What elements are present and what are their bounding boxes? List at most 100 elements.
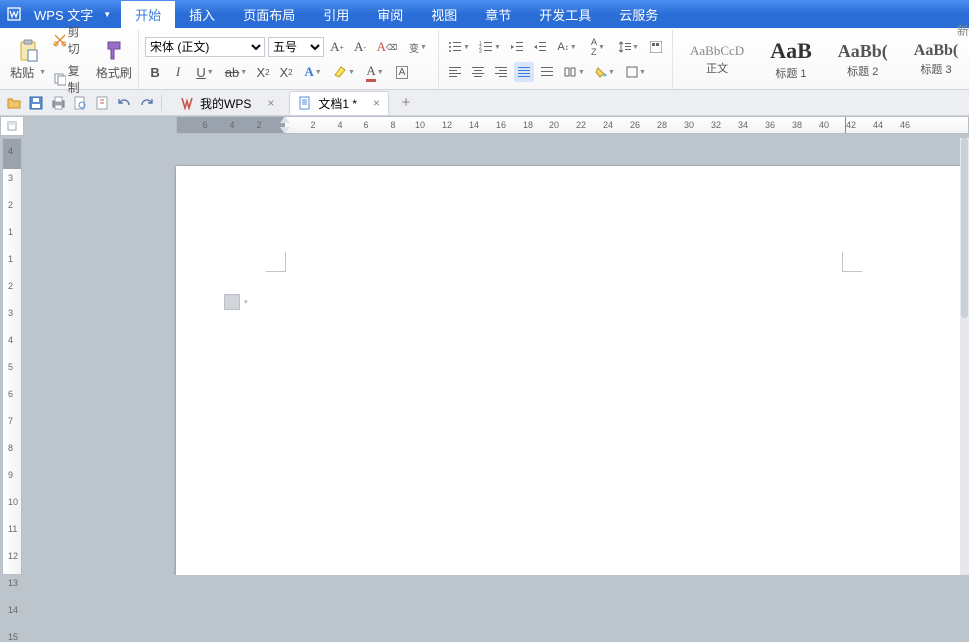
superscript-button[interactable]: X2 <box>253 62 273 82</box>
redo-button[interactable] <box>136 93 156 113</box>
doctab-document1[interactable]: 文档1 * × <box>289 91 389 115</box>
shrink-font-button[interactable]: A- <box>350 37 370 57</box>
menu-tab-6[interactable]: 章节 <box>471 1 525 28</box>
style-1[interactable]: AaB标题 1 <box>759 35 823 84</box>
first-line-indent[interactable] <box>280 116 290 123</box>
ribbon: 粘贴▼ 剪切 复制 格式刷 宋体 (正文) 五号 A+ A- A⌫ <box>0 28 969 90</box>
highlight-button[interactable]: ▼ <box>330 62 358 82</box>
menu-tab-7[interactable]: 开发工具 <box>525 1 605 28</box>
copy-icon <box>53 72 65 86</box>
menu-tab-1[interactable]: 插入 <box>175 1 229 28</box>
page[interactable]: ▾ <box>176 166 968 575</box>
doctab-label: 我的WPS <box>200 95 251 112</box>
line-spacing-button[interactable]: ▼ <box>615 37 643 57</box>
print-preview-button[interactable] <box>70 93 90 113</box>
format-painter-label: 格式刷 <box>96 64 132 81</box>
group-paragraph: ▼ 123▼ A↕▼ AZ▼ ▼ ▼ ▼ ▼ <box>439 30 673 89</box>
align-left-button[interactable] <box>445 62 465 82</box>
text-direction-button[interactable]: A↕▼ <box>553 37 581 57</box>
menu-tab-0[interactable]: 开始 <box>121 1 175 28</box>
underline-button[interactable]: U▼ <box>191 62 219 82</box>
group-font: 宋体 (正文) 五号 A+ A- A⌫ 变▼ B I U▼ ab▼ X2 X2 … <box>139 30 439 89</box>
borders-button[interactable]: ▼ <box>622 62 650 82</box>
close-icon[interactable]: × <box>267 96 274 110</box>
numbering-button[interactable]: 123▼ <box>476 37 504 57</box>
app-menu-dropdown[interactable]: ▼ <box>99 0 115 28</box>
font-size-select[interactable]: 五号 <box>268 37 324 57</box>
save-button[interactable] <box>26 93 46 113</box>
open-button[interactable] <box>4 93 24 113</box>
paste-button[interactable]: 粘贴 ▼ <box>10 37 46 83</box>
scissors-icon <box>53 33 65 47</box>
app-icon <box>0 0 28 28</box>
menu-tab-3[interactable]: 引用 <box>309 1 363 28</box>
font-family-select[interactable]: 宋体 (正文) <box>145 37 265 57</box>
brush-icon <box>102 39 126 63</box>
align-center-button[interactable] <box>468 62 488 82</box>
group-styles: AaBbCcD正文AaB标题 1AaBb(标题 2AaBb(标题 3 ▲ ▼ ▾ <box>673 30 969 89</box>
scrollbar-thumb[interactable] <box>961 138 968 318</box>
sort-button[interactable]: AZ▼ <box>584 37 612 57</box>
cut-button[interactable]: 剪切 <box>50 22 92 58</box>
subscript-button[interactable]: X2 <box>276 62 296 82</box>
margin-corner-tl <box>266 252 286 272</box>
phonetic-guide-button[interactable]: 变▼ <box>404 37 432 57</box>
italic-button[interactable]: I <box>168 62 188 82</box>
paste-options-tag[interactable]: ▾ <box>224 294 248 310</box>
increase-indent-button[interactable] <box>530 37 550 57</box>
vertical-scrollbar[interactable] <box>960 138 969 575</box>
highlight-icon <box>333 65 347 79</box>
chevron-down-icon: ▼ <box>39 69 46 76</box>
menu-tab-8[interactable]: 云服务 <box>605 1 672 28</box>
paste-label: 粘贴 <box>10 64 34 81</box>
align-right-button[interactable] <box>491 62 511 82</box>
format-painter-button[interactable]: 格式刷 <box>96 37 132 83</box>
undo-button[interactable] <box>114 93 134 113</box>
qat-separator <box>161 95 162 111</box>
doc-icon <box>298 96 312 110</box>
chevron-down-icon: ▾ <box>244 298 248 306</box>
cut-label: 剪切 <box>68 23 89 57</box>
show-marks-button[interactable] <box>646 37 666 57</box>
char-spacing-button[interactable]: ▼ <box>560 62 588 82</box>
export-pdf-button[interactable] <box>92 93 112 113</box>
bullets-button[interactable]: ▼ <box>445 37 473 57</box>
copy-label: 复制 <box>68 62 89 96</box>
style-gallery: AaBbCcD正文AaB标题 1AaBb(标题 2AaBb(标题 3 <box>679 35 969 84</box>
strikethrough-button[interactable]: ab▼ <box>222 62 250 82</box>
ruler-corner[interactable] <box>0 116 24 136</box>
align-justify-button[interactable] <box>514 62 534 82</box>
clear-format-button[interactable]: A⌫ <box>373 37 401 57</box>
quick-access-bar: 我的WPS × 文档1 * × + <box>0 90 969 116</box>
document-area[interactable]: ▾ <box>22 138 969 575</box>
distribute-button[interactable] <box>537 62 557 82</box>
doctab-label: 文档1 * <box>318 95 357 112</box>
menu-tabs: 开始插入页面布局引用审阅视图章节开发工具云服务 <box>121 0 672 28</box>
menu-tab-5[interactable]: 视图 <box>417 1 471 28</box>
print-button[interactable] <box>48 93 68 113</box>
grow-font-button[interactable]: A+ <box>327 37 347 57</box>
horizontal-ruler[interactable]: 6422468101214161820222426283032343638404… <box>176 116 969 134</box>
title-bar: WPS 文字 ▼ 开始插入页面布局引用审阅视图章节开发工具云服务 <box>0 0 969 28</box>
vertical-ruler[interactable]: 4321123456789101112131415 <box>2 138 22 575</box>
ribbon-right-truncated: 新 <box>957 0 969 60</box>
workspace: 4321123456789101112131415 ▾ <box>0 136 969 575</box>
close-icon[interactable]: × <box>373 96 380 110</box>
svg-text:3: 3 <box>479 49 482 53</box>
font-color-button[interactable]: A▼ <box>361 62 389 82</box>
style-2[interactable]: AaBb(标题 2 <box>827 38 899 82</box>
new-tab-button[interactable]: + <box>395 92 417 114</box>
menu-tab-4[interactable]: 审阅 <box>363 1 417 28</box>
ruler-row: 6422468101214161820222426283032343638404… <box>0 116 969 136</box>
bold-button[interactable]: B <box>145 62 165 82</box>
group-clipboard: 粘贴▼ 剪切 复制 格式刷 <box>4 30 139 89</box>
bucket-icon <box>595 66 607 78</box>
decrease-indent-button[interactable] <box>507 37 527 57</box>
hanging-indent[interactable] <box>280 127 290 134</box>
style-0[interactable]: AaBbCcD正文 <box>679 40 755 79</box>
shading-button[interactable]: ▼ <box>591 62 619 82</box>
text-effects-button[interactable]: A▼ <box>299 62 327 82</box>
char-border-button[interactable]: A <box>392 62 412 82</box>
menu-tab-2[interactable]: 页面布局 <box>229 1 309 28</box>
doctab-my-wps[interactable]: 我的WPS × <box>171 91 283 115</box>
